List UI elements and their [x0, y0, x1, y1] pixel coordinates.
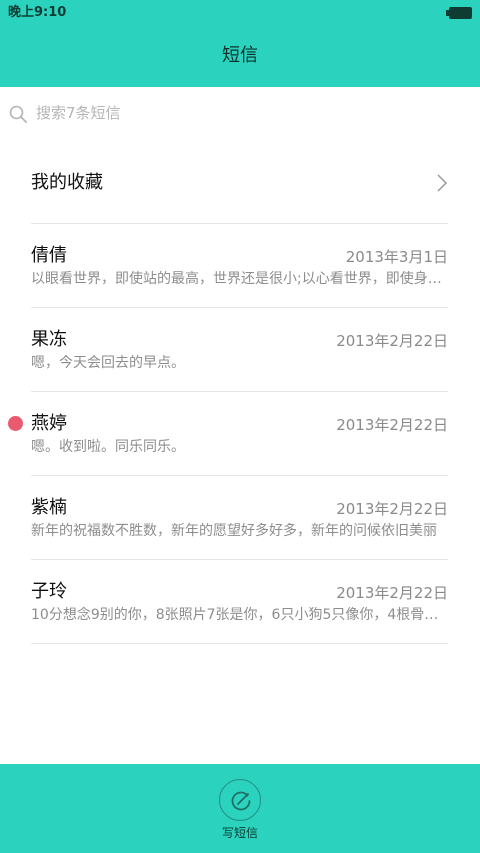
message-date: 2013年2月22日 [336, 332, 448, 350]
conversation-row[interactable]: 倩倩 2013年3月1日 以眼看世界，即使站的最高，世界还是很小;以心看世界，即… [31, 224, 448, 308]
chevron-right-icon [437, 174, 448, 192]
favorites-label: 我的收藏 [31, 172, 103, 193]
message-preview: 以眼看世界，即使站的最高，世界还是很小;以心看世界，即使身处最低，世界也很大 [31, 271, 448, 287]
contact-name: 燕婷 [31, 413, 67, 434]
unread-dot-icon [8, 416, 23, 431]
message-preview: 嗯。收到啦。同乐同乐。 [31, 439, 185, 455]
compose-label: 写短信 [221, 826, 258, 840]
conversation-row[interactable]: 燕婷 2013年2月22日 嗯。收到啦。同乐同乐。 [31, 392, 448, 476]
bottom-bar: 写短信 [0, 764, 480, 853]
favorites-row[interactable]: 我的收藏 [31, 143, 448, 224]
message-date: 2013年3月1日 [345, 248, 448, 266]
message-date: 2013年2月22日 [336, 416, 448, 434]
search-input[interactable]: 搜索7条短信 [36, 103, 121, 123]
search-bar[interactable]: 搜索7条短信 [0, 87, 480, 143]
compose-icon [231, 791, 251, 811]
battery-icon [446, 7, 472, 19]
message-date: 2013年2月22日 [336, 584, 448, 602]
compose-button[interactable] [219, 779, 261, 821]
conversation-row[interactable]: 子玲 2013年2月22日 10分想念9别的你，8张照片7张是你，6只小狗5只像… [31, 560, 448, 644]
message-preview: 新年的祝福数不胜数，新年的愿望好多好多，新年的问候依旧美丽 [31, 523, 437, 539]
contact-name: 紫楠 [31, 497, 67, 518]
message-preview: 10分想念9别的你，8张照片7张是你，6只小狗5只像你，4根骨头3根给你 [31, 607, 448, 623]
status-time: 晚上9:10 [8, 5, 67, 20]
message-preview: 嗯，今天会回去的早点。 [31, 355, 185, 371]
contact-name: 子玲 [31, 581, 67, 602]
conversation-row[interactable]: 紫楠 2013年2月22日 新年的祝福数不胜数，新年的愿望好多好多，新年的问候依… [31, 476, 448, 560]
contact-name: 倩倩 [31, 245, 67, 266]
page-title: 短信 [222, 45, 258, 66]
app-header: 晚上9:10 短信 [0, 0, 480, 87]
contact-name: 果冻 [31, 329, 67, 350]
conversation-row[interactable]: 果冻 2013年2月22日 嗯，今天会回去的早点。 [31, 308, 448, 392]
search-icon [9, 105, 27, 123]
message-date: 2013年2月22日 [336, 500, 448, 518]
